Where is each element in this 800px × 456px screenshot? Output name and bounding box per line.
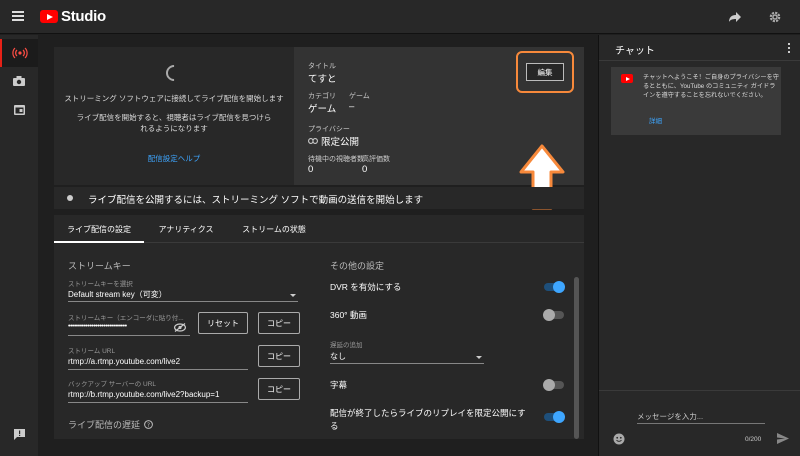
share-icon[interactable] [724, 6, 746, 28]
broadcast-icon [12, 47, 28, 59]
stream-url-field[interactable]: rtmp://a.rtmp.youtube.com/live2 [68, 357, 180, 366]
category-label: カテゴリ [308, 93, 336, 100]
latency-section-title: ライブ配信の遅延 [68, 420, 141, 430]
copy-backup-url-button[interactable]: コピー [258, 378, 300, 400]
top-bar: Studio [0, 0, 800, 34]
likes-value: 0 [362, 164, 368, 175]
main-content: ストリーミング ソフトウェアに接続してライブ配信を開始します ライブ配信を開始す… [38, 35, 598, 456]
send-icon[interactable] [777, 433, 789, 444]
edit-button[interactable]: 編集 [526, 63, 564, 81]
settings-panel: ライブ配信の設定 アナリティクス ストリームの状態 ストリームキー ストリームキ… [54, 215, 584, 439]
visibility-off-icon[interactable] [174, 323, 186, 332]
more-options-icon[interactable] [788, 43, 791, 55]
privacy-value-row: 限定公開 [308, 134, 359, 148]
copy-key-button[interactable]: コピー [258, 312, 300, 334]
chat-title: チャット [615, 46, 655, 57]
chat-panel: チャット チャットへようこそ！ご自身のプライバシーを守るとともに、YouTube… [598, 35, 800, 456]
chat-input-underline [637, 423, 765, 424]
emoji-icon[interactable] [613, 433, 625, 445]
status-message: ライブ配信を公開するには、ストリーミング ソフトで動画の送信を開始します [88, 195, 424, 206]
category-value: ゲーム [308, 104, 337, 115]
stream-settings-help-link[interactable]: 配信設定ヘルプ [54, 153, 294, 164]
stream-url-label: ストリーム URL [68, 348, 116, 355]
nav-item-webcam[interactable] [0, 67, 38, 95]
stream-key-underline [68, 335, 190, 336]
camera-icon [13, 76, 25, 86]
replay-toggle[interactable] [544, 411, 565, 423]
menu-icon[interactable] [12, 11, 24, 21]
tab-stream-health[interactable]: ストリームの状態 [228, 215, 320, 243]
delay-select-underline [330, 363, 484, 364]
youtube-logo-icon [40, 10, 58, 23]
game-label: ゲーム [349, 93, 370, 100]
nav-item-feedback[interactable] [0, 420, 38, 448]
stream-key-section-title: ストリームキー [68, 261, 131, 271]
settings-scrollbar[interactable] [574, 277, 579, 439]
chevron-down-icon[interactable] [290, 294, 296, 297]
dvr-toggle[interactable] [544, 281, 565, 293]
details-link[interactable]: 詳細 [649, 115, 662, 125]
stream-key-field[interactable]: •••••••••••••••••••••••••••••• [68, 323, 127, 330]
chat-input-area: メッセージを入力... 0/200 [599, 390, 800, 456]
waiting-viewers-value: 0 [308, 164, 314, 175]
vr360-label: 360° 動画 [330, 310, 367, 320]
chat-input[interactable]: メッセージを入力... [637, 411, 703, 422]
copy-url-button[interactable]: コピー [258, 345, 300, 367]
tab-analytics[interactable]: アナリティクス [144, 215, 228, 243]
waiting-viewers-label: 待機中の視聴者数 [308, 156, 364, 163]
chat-welcome-message: チャットへようこそ！ご自身のプライバシーを守るとともに、YouTube のコミュ… [611, 67, 781, 135]
char-count: 0/200 [745, 436, 762, 443]
svg-text:?: ? [147, 422, 150, 429]
logo-text: Studio [61, 8, 106, 25]
nav-item-live[interactable] [0, 39, 38, 67]
title-value: てすと [308, 74, 337, 85]
help-icon[interactable]: ? [144, 420, 153, 429]
stream-url-underline [68, 369, 248, 370]
chat-header: チャット [599, 35, 800, 61]
chevron-down-icon[interactable] [476, 356, 482, 359]
latency-section-row: ライブ配信の遅延 ? [68, 418, 153, 431]
status-dot-icon [67, 195, 73, 201]
stream-status-bar: ライブ配信を公開するには、ストリーミング ソフトで動画の送信を開始します [54, 187, 584, 209]
loading-spinner-icon [162, 61, 186, 85]
privacy-label: プライバシー [308, 126, 350, 133]
calendar-icon [13, 104, 25, 115]
tab-stream-settings[interactable]: ライブ配信の設定 [54, 215, 144, 243]
stream-key-label: ストリームキー（エンコーダに貼り付... [68, 315, 184, 322]
captions-toggle[interactable] [543, 379, 564, 391]
stream-preview: ストリーミング ソフトウェアに接続してライブ配信を開始します ライブ配信を開始す… [54, 47, 294, 185]
delay-select[interactable]: なし [330, 351, 346, 362]
edit-highlight-box: 編集 [516, 51, 574, 93]
studio-logo[interactable]: Studio [40, 8, 106, 25]
welcome-text: チャットへようこそ！ご自身のプライバシーを守るとともに、YouTube のコミュ… [643, 74, 779, 99]
backup-url-underline [68, 402, 248, 403]
title-label: タイトル [308, 63, 336, 70]
game-value: – [349, 101, 355, 112]
likes-label: 高評価数 [362, 156, 390, 163]
vr360-toggle[interactable] [543, 309, 564, 321]
dvr-label: DVR を有効にする [330, 282, 402, 292]
youtube-logo-icon [621, 74, 633, 83]
feedback-icon [13, 428, 25, 440]
reset-button[interactable]: リセット [198, 312, 248, 334]
stream-key-select[interactable]: Default stream key（可変） [68, 289, 167, 300]
preview-submessage: ライブ配信を開始すると、視聴者はライブ配信を見つけられるようになります [76, 113, 272, 133]
stream-key-select-label: ストリームキーを選択 [68, 281, 133, 288]
captions-label: 字幕 [330, 380, 348, 390]
stream-key-select-underline [68, 301, 298, 302]
privacy-value: 限定公開 [321, 137, 360, 148]
left-nav [0, 35, 38, 456]
delay-label: 遅延の追加 [330, 342, 363, 349]
nav-item-manage[interactable] [0, 95, 38, 123]
backup-url-field[interactable]: rtmp://b.rtmp.youtube.com/live2?backup=1 [68, 390, 219, 399]
link-icon [308, 138, 318, 144]
settings-tabs: ライブ配信の設定 アナリティクス ストリームの状態 [54, 215, 584, 243]
backup-url-label: バックアップ サーバーの URL [68, 381, 157, 388]
gear-icon[interactable] [764, 6, 786, 28]
replay-label: 配信が終了したらライブのリプレイを限定公開にする [330, 408, 526, 431]
preview-message: ストリーミング ソフトウェアに接続してライブ配信を開始します [64, 94, 284, 103]
other-settings-title: その他の設定 [330, 261, 385, 271]
